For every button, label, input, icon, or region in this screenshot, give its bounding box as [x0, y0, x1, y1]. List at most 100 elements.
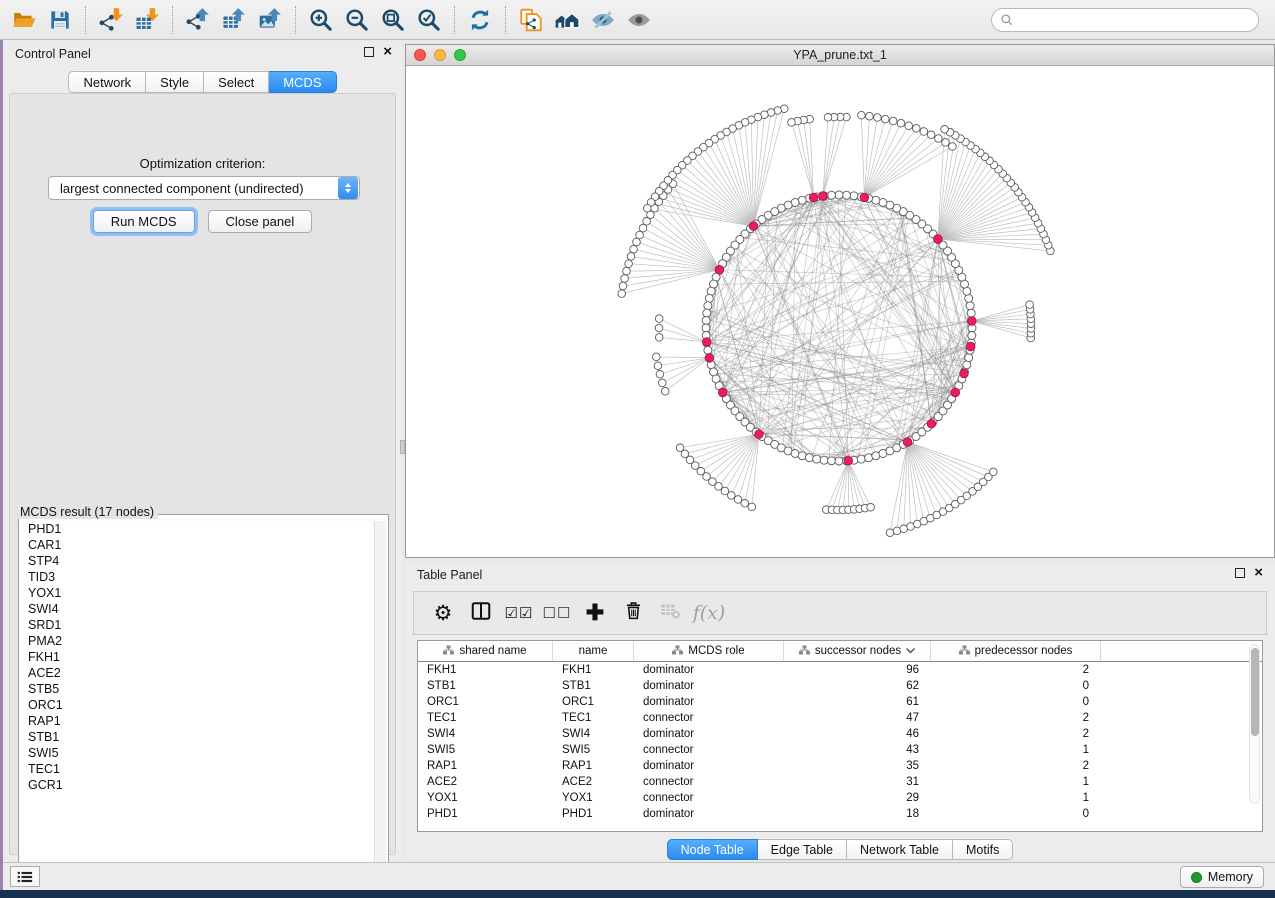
- cell-predecessor-nodes[interactable]: 0: [931, 694, 1101, 710]
- cell-successor-nodes[interactable]: 96: [784, 662, 931, 678]
- table-row[interactable]: SWI5SWI5connector431: [418, 742, 1262, 758]
- tab-motifs[interactable]: Motifs: [953, 839, 1013, 860]
- cell-successor-nodes[interactable]: 62: [784, 678, 931, 694]
- cell-name[interactable]: FKH1: [553, 662, 634, 678]
- cell-MCDS-role[interactable]: dominator: [634, 678, 784, 694]
- table-toolbar-button-select-all[interactable]: ☑☑: [502, 596, 536, 630]
- mcds-result-item[interactable]: YOX1: [21, 585, 376, 601]
- toolbar-button-export-image[interactable]: [252, 4, 288, 36]
- table-row[interactable]: ORC1ORC1dominator610: [418, 694, 1262, 710]
- mcds-result-item[interactable]: GCR1: [21, 777, 376, 793]
- table-row[interactable]: ACE2ACE2connector311: [418, 774, 1262, 790]
- toolbar-button-export-table[interactable]: [216, 4, 252, 36]
- column-header-name[interactable]: name: [553, 641, 634, 661]
- cell-shared-name[interactable]: ORC1: [418, 694, 553, 710]
- mcds-result-item[interactable]: STB1: [21, 729, 376, 745]
- mcds-result-item[interactable]: STB5: [21, 681, 376, 697]
- toolbar-button-zoom-out[interactable]: [339, 4, 375, 36]
- close-panel-icon[interactable]: ×: [383, 47, 392, 57]
- toolbar-button-save[interactable]: [42, 4, 78, 36]
- cell-name[interactable]: STB1: [553, 678, 634, 694]
- search-input[interactable]: [1019, 13, 1258, 27]
- cell-successor-nodes[interactable]: 31: [784, 774, 931, 790]
- cell-shared-name[interactable]: FKH1: [418, 662, 553, 678]
- toolbar-button-import-table[interactable]: [129, 4, 165, 36]
- network-canvas[interactable]: [406, 66, 1274, 557]
- optimization-select[interactable]: largest connected component (undirected): [48, 176, 360, 200]
- mcds-result-list[interactable]: PHD1CAR1STP4TID3YOX1SWI4SRD1PMA2FKH1ACE2…: [21, 521, 376, 877]
- cell-shared-name[interactable]: RAP1: [418, 758, 553, 774]
- toolbar-button-open-folder[interactable]: [6, 4, 42, 36]
- cell-name[interactable]: PHD1: [553, 806, 634, 822]
- column-header-MCDS-role[interactable]: MCDS role: [634, 641, 784, 661]
- task-history-button[interactable]: [10, 866, 40, 887]
- tab-edge-table[interactable]: Edge Table: [758, 839, 847, 860]
- window-close-icon[interactable]: [414, 49, 426, 61]
- toolbar-button-eye[interactable]: [621, 4, 657, 36]
- cell-MCDS-role[interactable]: connector: [634, 790, 784, 806]
- cell-name[interactable]: RAP1: [553, 758, 634, 774]
- toolbar-button-share-document[interactable]: [513, 4, 549, 36]
- mcds-result-item[interactable]: TID3: [21, 569, 376, 585]
- tab-select[interactable]: Select: [204, 71, 269, 93]
- cell-successor-nodes[interactable]: 46: [784, 726, 931, 742]
- cell-predecessor-nodes[interactable]: 2: [931, 662, 1101, 678]
- cell-MCDS-role[interactable]: connector: [634, 774, 784, 790]
- table-row[interactable]: STB1STB1dominator620: [418, 678, 1262, 694]
- network-window-titlebar[interactable]: YPA_prune.txt_1: [406, 45, 1274, 66]
- cell-shared-name[interactable]: YOX1: [418, 790, 553, 806]
- toolbar-button-double-home[interactable]: [549, 4, 585, 36]
- cell-predecessor-nodes[interactable]: 1: [931, 774, 1101, 790]
- tab-network-table[interactable]: Network Table: [847, 839, 953, 860]
- cell-predecessor-nodes[interactable]: 0: [931, 678, 1101, 694]
- column-header-predecessor-nodes[interactable]: predecessor nodes: [931, 641, 1101, 661]
- float-panel-icon[interactable]: [364, 47, 374, 57]
- tab-mcds[interactable]: MCDS: [269, 71, 336, 93]
- tab-style[interactable]: Style: [146, 71, 204, 93]
- cell-predecessor-nodes[interactable]: 2: [931, 758, 1101, 774]
- cell-predecessor-nodes[interactable]: 0: [931, 806, 1101, 822]
- table-toolbar-button-add-column[interactable]: ✚: [578, 596, 612, 630]
- cell-shared-name[interactable]: TEC1: [418, 710, 553, 726]
- cell-name[interactable]: TEC1: [553, 710, 634, 726]
- cell-MCDS-role[interactable]: connector: [634, 710, 784, 726]
- memory-button[interactable]: Memory: [1180, 866, 1264, 888]
- toolbar-button-refresh[interactable]: [462, 4, 498, 36]
- mcds-result-item[interactable]: ORC1: [21, 697, 376, 713]
- cell-shared-name[interactable]: SWI5: [418, 742, 553, 758]
- window-maximize-icon[interactable]: [454, 49, 466, 61]
- search-box[interactable]: [991, 8, 1259, 32]
- toolbar-button-export-network[interactable]: [180, 4, 216, 36]
- float-table-panel-icon[interactable]: [1235, 568, 1245, 578]
- cell-successor-nodes[interactable]: 61: [784, 694, 931, 710]
- table-toolbar-button-split-columns[interactable]: [464, 596, 498, 630]
- table-row[interactable]: TEC1TEC1connector472: [418, 710, 1262, 726]
- cell-predecessor-nodes[interactable]: 2: [931, 726, 1101, 742]
- mcds-result-item[interactable]: TEC1: [21, 761, 376, 777]
- cell-name[interactable]: ORC1: [553, 694, 634, 710]
- cell-shared-name[interactable]: SWI4: [418, 726, 553, 742]
- mcds-result-scrollbar[interactable]: [374, 521, 386, 877]
- mcds-result-item[interactable]: PHD1: [21, 521, 376, 537]
- table-row[interactable]: RAP1RAP1dominator352: [418, 758, 1262, 774]
- close-panel-button[interactable]: Close panel: [208, 210, 313, 233]
- cell-MCDS-role[interactable]: dominator: [634, 726, 784, 742]
- mcds-result-item[interactable]: ACE2: [21, 665, 376, 681]
- table-toolbar-button-deselect-all[interactable]: ☐☐: [540, 596, 574, 630]
- cell-successor-nodes[interactable]: 35: [784, 758, 931, 774]
- mcds-result-item[interactable]: FKH1: [21, 649, 376, 665]
- run-mcds-button[interactable]: Run MCDS: [93, 210, 195, 233]
- cell-MCDS-role[interactable]: dominator: [634, 694, 784, 710]
- column-header-shared-name[interactable]: shared name: [418, 641, 553, 661]
- table-scrollbar[interactable]: [1249, 644, 1260, 804]
- table-scrollbar-thumb[interactable]: [1251, 648, 1259, 736]
- tab-node-table[interactable]: Node Table: [667, 839, 758, 860]
- cell-shared-name[interactable]: PHD1: [418, 806, 553, 822]
- cell-shared-name[interactable]: ACE2: [418, 774, 553, 790]
- window-minimize-icon[interactable]: [434, 49, 446, 61]
- mcds-result-item[interactable]: PMA2: [21, 633, 376, 649]
- toolbar-button-zoom-in[interactable]: [303, 4, 339, 36]
- cell-name[interactable]: ACE2: [553, 774, 634, 790]
- mcds-result-item[interactable]: CAR1: [21, 537, 376, 553]
- table-toolbar-button-gear[interactable]: ⚙: [426, 596, 460, 630]
